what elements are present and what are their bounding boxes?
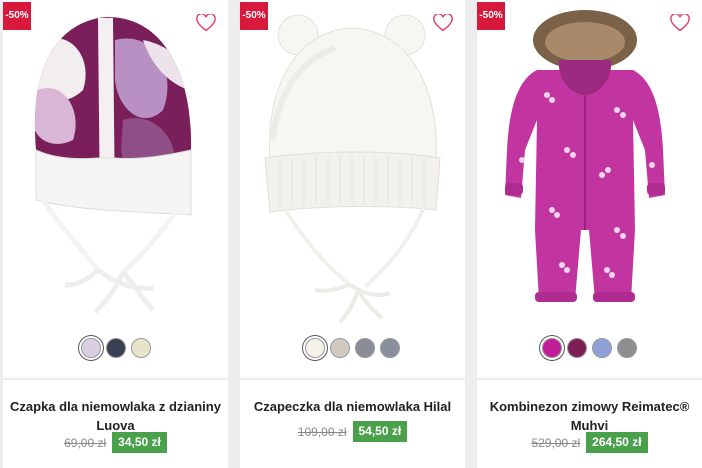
price-row: 109,00 zł 54,50 zł	[240, 421, 465, 442]
heart-icon[interactable]	[433, 14, 453, 32]
discount-badge: -50%	[3, 2, 31, 30]
color-swatches	[240, 338, 465, 362]
color-swatch[interactable]	[542, 338, 562, 358]
product-name[interactable]: Czapka dla niemowlaka z dzianiny Luova	[9, 397, 222, 435]
product-name[interactable]: Czapeczka dla niemowlaka Hilal	[246, 397, 459, 416]
color-swatch[interactable]	[617, 338, 637, 358]
color-swatch[interactable]	[355, 338, 375, 358]
product-image[interactable]	[477, 0, 702, 330]
sale-price: 54,50 zł	[352, 421, 408, 442]
product-name[interactable]: Kombinezon zimowy Reimatec® Muhvi	[483, 397, 696, 435]
discount-badge: -50%	[477, 2, 505, 30]
product-image[interactable]	[240, 0, 465, 330]
old-price: 69,00 zł	[64, 435, 107, 450]
divider	[477, 378, 702, 380]
product-card: -50% Czapeczka dla niemowlaka Hilal 109,…	[240, 0, 465, 468]
old-price: 529,00 zł	[531, 435, 581, 450]
divider	[240, 378, 465, 380]
product-card: -50% Kombinezon zimowy Reimatec® Muhvi 5…	[477, 0, 702, 468]
discount-badge: -50%	[240, 2, 268, 30]
product-card: -50% Czapka dla niemowlaka z dzianiny Lu…	[3, 0, 228, 468]
color-swatch[interactable]	[305, 338, 325, 358]
price-row: 69,00 zł 34,50 zł	[3, 432, 228, 453]
color-swatch[interactable]	[592, 338, 612, 358]
heart-icon[interactable]	[670, 14, 690, 32]
color-swatch[interactable]	[380, 338, 400, 358]
color-swatch[interactable]	[80, 338, 101, 358]
color-swatch[interactable]	[130, 338, 151, 358]
heart-icon[interactable]	[196, 14, 216, 32]
divider	[3, 378, 228, 380]
product-grid: -50% Czapka dla niemowlaka z dzianiny Lu…	[0, 0, 702, 468]
color-swatch[interactable]	[567, 338, 587, 358]
price-row: 529,00 zł 264,50 zł	[477, 432, 702, 453]
sale-price: 264,50 zł	[586, 432, 648, 453]
product-image[interactable]	[3, 0, 228, 330]
color-swatches	[477, 338, 702, 362]
color-swatches	[3, 338, 228, 362]
color-swatch[interactable]	[105, 338, 126, 358]
old-price: 109,00 zł	[297, 424, 347, 439]
sale-price: 34,50 zł	[112, 432, 167, 453]
color-swatch[interactable]	[330, 338, 350, 358]
